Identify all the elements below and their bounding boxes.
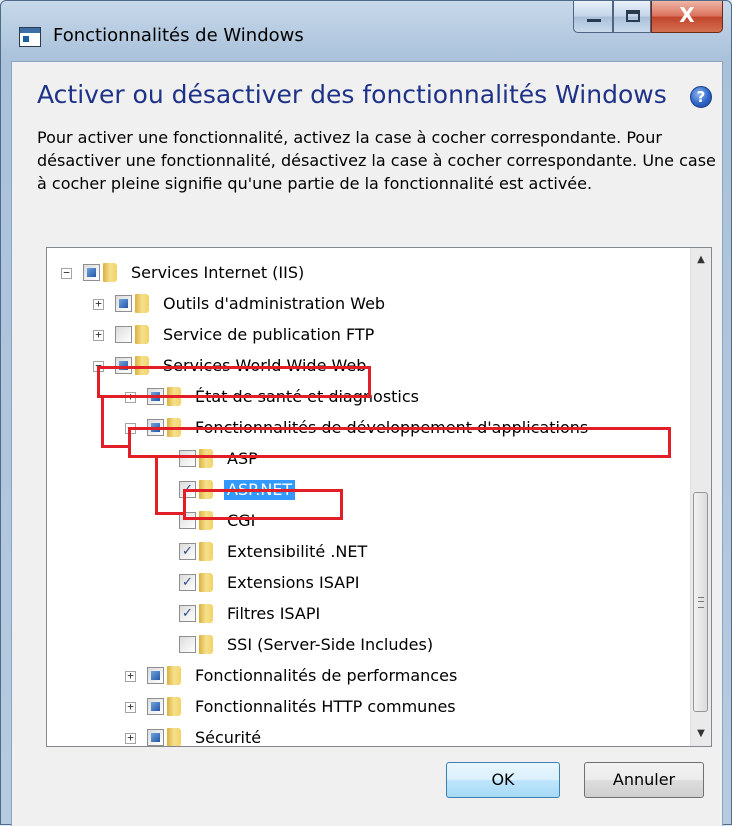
tree-item-label[interactable]: Services Internet (IIS) [131,263,304,283]
minimize-icon [587,19,601,22]
tree-item[interactable]: + Outils d'administration Web [47,291,687,321]
title-bar[interactable]: Fonctionnalités de Windows X [1,1,731,61]
tree-item-label[interactable]: Service de publication FTP [163,325,374,345]
dialog-description: Pour activer une fonctionnalité, activez… [37,128,716,193]
vertical-scrollbar[interactable]: ▲ ▼ [690,248,711,746]
folder-icon [167,728,181,746]
grip-icon [698,597,704,608]
minimize-button[interactable] [573,1,613,33]
cancel-button[interactable]: Annuler [584,762,704,798]
folder-icon [199,604,213,623]
tree-item[interactable]: ✓ ASP.NET [47,477,687,507]
tree-item[interactable]: ✓ Extensions ISAPI [47,570,687,600]
close-button[interactable]: X [651,1,723,33]
expand-icon[interactable]: + [93,329,104,341]
tree-item[interactable]: ✓ Filtres ISAPI [47,601,687,631]
folder-icon [103,263,117,282]
tree-item[interactable]: − Services Internet (IIS) [47,260,687,290]
tree-item[interactable]: + Fonctionnalités HTTP communes [47,694,687,724]
tree-item-label[interactable]: Extensibilité .NET [227,542,367,562]
feature-checkbox[interactable] [83,264,100,281]
tree-item-label[interactable]: Fonctionnalités de performances [195,666,457,686]
dialog-body: Activer ou désactiver des fonctionnalité… [11,61,723,826]
maximize-button[interactable] [613,1,651,33]
ok-button[interactable]: OK [446,762,560,798]
tree-item[interactable]: + Service de publication FTP [47,322,687,352]
folder-icon [199,573,213,592]
folder-icon [199,542,213,561]
expand-icon[interactable]: + [125,701,136,713]
folder-icon [135,325,149,344]
feature-checkbox[interactable] [115,295,132,312]
tree-item[interactable]: + Fonctionnalités de performances [47,663,687,693]
close-icon: X [679,3,695,27]
highlight-connector [155,458,158,515]
maximize-icon [626,10,640,22]
tree-item-label[interactable]: Outils d'administration Web [163,294,385,314]
scrollbar-thumb[interactable] [693,492,708,712]
window-frame: Fonctionnalités de Windows X Activer ou … [0,0,732,826]
expand-icon[interactable]: + [125,732,136,744]
tree-item-label[interactable]: Extensions ISAPI [227,573,359,593]
tree-item[interactable]: + Sécurité [47,725,687,746]
scroll-up-icon[interactable]: ▲ [691,250,711,270]
scroll-down-icon[interactable]: ▼ [691,724,711,744]
folder-icon [167,697,181,716]
tree-item-label[interactable]: SSI (Server-Side Includes) [227,635,433,655]
tree-item-label[interactable]: Sécurité [195,728,261,746]
highlight-box-www [97,366,371,398]
feature-checkbox[interactable] [115,326,132,343]
highlight-box-dev-features [128,427,671,458]
features-tree[interactable]: + Sécurité + Fonctionnalités HTTP communes +… [46,247,712,747]
feature-checkbox[interactable] [147,698,164,715]
tree-item[interactable]: SSI (Server-Side Includes) [47,632,687,662]
folder-icon [135,294,149,313]
folder-icon [167,666,181,685]
tree-item-label[interactable]: Filtres ISAPI [227,604,320,624]
feature-checkbox[interactable] [179,636,196,653]
highlight-box-aspnet [183,489,343,520]
tree-item-label[interactable]: Fonctionnalités HTTP communes [195,697,456,717]
feature-checkbox[interactable]: ✓ [179,605,196,622]
help-icon[interactable]: ? [690,86,712,108]
feature-checkbox[interactable]: ✓ [179,574,196,591]
highlight-connector [155,512,185,515]
folder-icon [199,635,213,654]
tree-item[interactable]: CGI [47,508,687,538]
highlight-connector [101,445,131,448]
feature-checkbox[interactable]: ✓ [179,543,196,560]
expand-icon[interactable]: + [93,298,104,310]
dialog-heading: Activer ou désactiver des fonctionnalité… [37,80,667,109]
window-title: Fonctionnalités de Windows [53,25,304,46]
tree-item[interactable]: ✓ Extensibilité .NET [47,539,687,569]
expand-icon[interactable]: + [125,670,136,682]
highlight-connector [101,398,104,448]
window-features-icon [19,27,41,47]
collapse-icon[interactable]: − [61,267,72,279]
feature-checkbox[interactable] [147,667,164,684]
feature-checkbox[interactable] [147,729,164,746]
